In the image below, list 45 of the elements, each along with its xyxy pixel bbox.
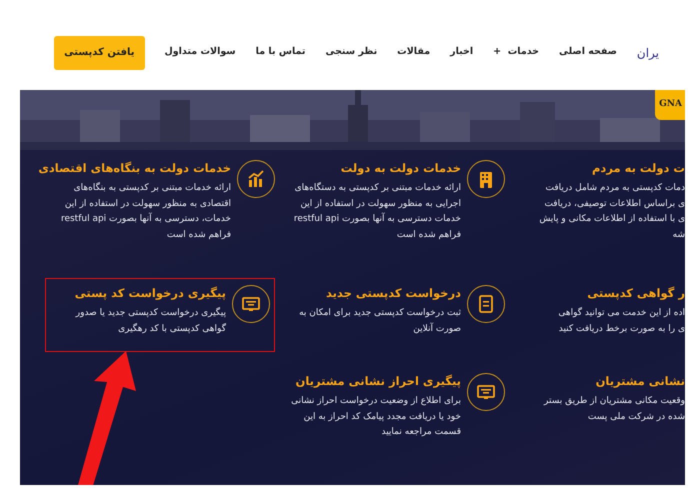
service-title: درخواست کدپستی جدید — [324, 285, 461, 302]
service-description: فراهم شده است — [396, 228, 461, 242]
service-description: وقعیت مکانی مشتریان از طریق بستر — [544, 395, 685, 408]
service-description: اده از این خدمت می توانید گواهی — [558, 306, 685, 320]
nav-link[interactable]: نظر سنجی — [325, 45, 378, 60]
service-title: نشانی مشتریان — [594, 373, 685, 390]
service-description: ثبت درخواست کدپستی جدید برای امکان به — [299, 307, 461, 320]
document-icon — [476, 294, 496, 314]
nav-link[interactable]: مقالات — [397, 45, 430, 60]
service-title: ر گواهی کدپستی — [586, 285, 685, 302]
service-description: قسمت مراجعه نمایید — [380, 426, 461, 440]
monitor-icon — [476, 382, 496, 402]
service-description: ی را به صورت برخط دریافت کنید — [558, 322, 685, 336]
service-description: اجرایی به منظور سهولت در استفاده از این — [299, 198, 461, 211]
service-description: دمات کدپستی به مردم شامل دریافت — [544, 182, 685, 196]
service-description: خدمات، دسترسی به آنها بصورت restful api — [60, 212, 231, 226]
service-description: پیگیری درخواست کدپستی جدید یا صدور — [74, 306, 226, 320]
service-description: اقتصادی به منظور سهولت در استفاده از این — [64, 198, 231, 211]
service-description: ارائه خدمات مبتنی بر کدپستی به بنگاه‌های — [72, 181, 231, 196]
service-title: خدمات دولت به بنگاه‌های اقتصادی — [38, 160, 231, 177]
service-description: صورت آنلاین — [412, 322, 461, 336]
nav-link[interactable]: تماس با ما — [256, 45, 306, 60]
find-postcode-button[interactable]: یافتن کدپستی — [54, 36, 144, 70]
service-title: پیگیری درخواست کد پستی — [74, 285, 226, 302]
nav-link[interactable]: صفحه اصلی — [559, 45, 617, 60]
service-description: ی براساس اطلاعات توصیفی، دریافت — [543, 198, 685, 211]
service-description: ی با استفاده از اطلاعات مکانی و پایش — [539, 213, 685, 226]
service-description: فراهم شده است — [166, 228, 231, 242]
nav-link[interactable]: خدمات + — [493, 45, 540, 60]
service-title: پیگیری احراز نشانی مشتریان — [294, 373, 461, 390]
service-description: شده در شرکت ملی پست — [586, 410, 685, 424]
service-description: خود یا دریافت مجدد پیامک کد احراز به این — [302, 410, 461, 424]
nav-link[interactable]: سوالات متداول — [164, 45, 236, 60]
monitor-icon — [241, 294, 261, 314]
nav-link[interactable]: اخبار — [450, 45, 474, 60]
service-title: خدمات دولت به دولت — [340, 160, 461, 177]
chart-icon — [246, 169, 266, 189]
logo-badge: GNA — [655, 90, 685, 120]
service-title: ت دولت به مردم — [590, 160, 685, 177]
service-description: برای اطلاع از وضعیت درخواست احراز نشانی — [291, 395, 461, 408]
brand-text[interactable]: یران — [636, 44, 659, 62]
service-description: خدمات دسترسی به آنها بصورت restful api — [294, 212, 461, 226]
service-description: گواهی کدپستی با کد رهگیری — [117, 322, 226, 336]
service-description: شه — [672, 228, 685, 242]
service-description: ارائه خدمات مبتنی بر کدپستی به دستگاه‌های — [294, 181, 461, 196]
